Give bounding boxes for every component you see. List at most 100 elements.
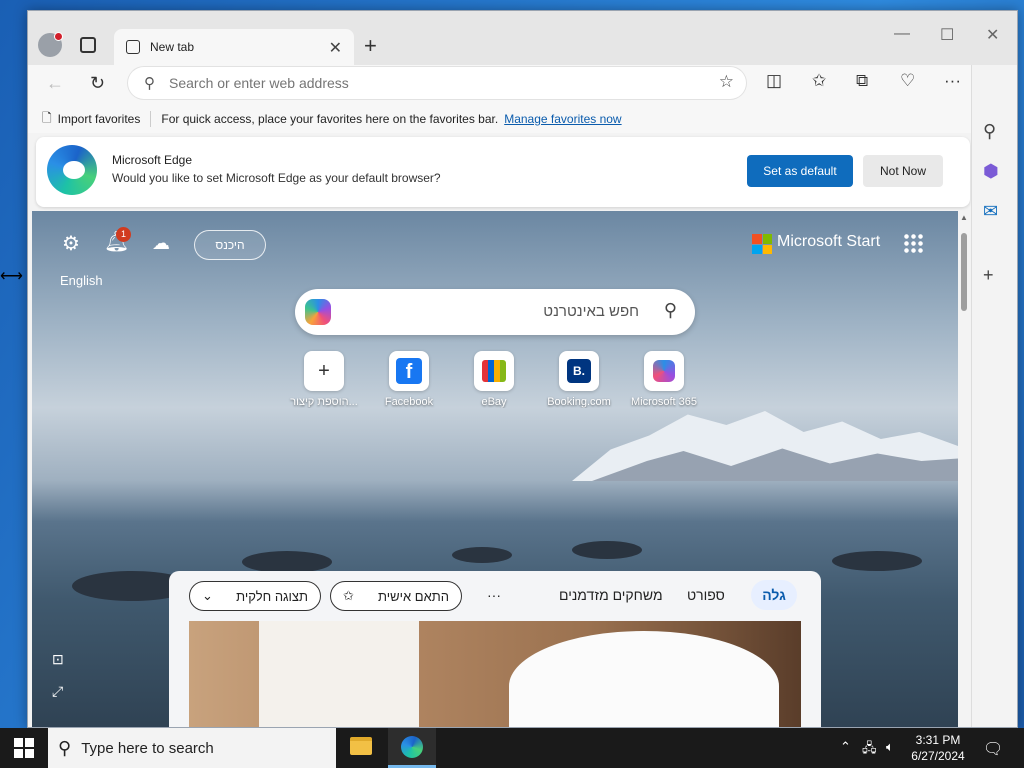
search-icon: ⚲ (144, 75, 155, 92)
sidebar-m365-icon[interactable]: ⬢ (983, 161, 999, 182)
view-mode-dropdown[interactable]: תצוגה חלקית ⌄ (189, 581, 321, 611)
feed-tab-sports[interactable]: ספורט (687, 587, 725, 603)
sidebar-add-icon[interactable]: + (983, 265, 994, 286)
not-now-button[interactable]: Not Now (863, 155, 943, 187)
quick-link-add[interactable]: + הוספת קיצור... (284, 351, 364, 408)
feed-tab-games[interactable]: משחקים מזדמנים (559, 587, 663, 603)
settings-gear-icon[interactable]: ⚙ (62, 231, 80, 256)
personalize-button[interactable]: התאם אישית ✩ (330, 581, 462, 611)
booking-icon: B. (559, 351, 599, 391)
profile-avatar[interactable] (38, 32, 63, 57)
ebay-icon (474, 351, 514, 391)
background-rock (242, 551, 332, 573)
card-image-cup (259, 621, 419, 727)
set-as-default-button[interactable]: Set as default (747, 155, 853, 187)
view-mode-label: תצוגה חלקית (236, 588, 308, 604)
web-search-placeholder: חפש באינטרנט (543, 303, 639, 320)
import-favorites-link[interactable]: Import favorites (58, 112, 141, 126)
search-icon[interactable]: ⚲ (664, 300, 677, 321)
background-rock (832, 551, 922, 571)
weather-cloud-icon[interactable]: ☁ (152, 233, 170, 254)
browser-essentials-icon[interactable]: ♡ (900, 71, 915, 91)
quick-link-ebay[interactable]: eBay (454, 351, 534, 408)
more-menu-icon[interactable]: ··· (944, 71, 961, 91)
split-screen-icon[interactable]: ◫ (766, 71, 782, 91)
notification-count-badge: 1 (116, 227, 131, 242)
tab-title: New tab (150, 40, 195, 54)
new-tab-button[interactable]: + (364, 33, 377, 59)
quick-link-label: eBay (481, 396, 507, 408)
card-image-bowl (509, 631, 779, 727)
page-scrollbar[interactable]: ▲ (958, 211, 970, 727)
background-rock (572, 541, 642, 559)
favorite-star-icon[interactable]: ☆ (719, 72, 734, 92)
browser-window: New tab ✕ + — ☐ ✕ ← ↻ ⚲ ☆ ◫ ✩ ⧉ ♡ ··· ✿ … (27, 10, 1018, 728)
microsoft-logo-icon (752, 234, 772, 254)
clock-date: 6/27/2024 (911, 749, 965, 763)
web-search-box[interactable]: חפש באינטרנט ⚲ (295, 289, 695, 335)
clock-time: 3:31 PM (915, 733, 961, 747)
search-icon: ⚲ (58, 737, 72, 758)
taskbar: ⚲ Type here to search ⌃ 🖧 🔈︎ 3:31 PM 6/2… (0, 728, 1024, 768)
start-windows-icon[interactable] (14, 738, 34, 758)
tab-actions-icon[interactable] (80, 37, 96, 53)
scrollbar-thumb[interactable] (961, 233, 967, 311)
sign-in-button[interactable]: היכנס (194, 230, 266, 260)
import-icon: 🗋 (42, 110, 52, 125)
tray-chevron-icon[interactable]: ⌃ (840, 739, 851, 755)
taskbar-clock[interactable]: 3:31 PM 6/27/2024 (906, 732, 970, 764)
quick-link-label: Microsoft 365 (630, 396, 698, 408)
manage-favorites-link[interactable]: Manage favorites now (504, 112, 621, 126)
address-bar-row: ← ↻ ⚲ ☆ ◫ ✩ ⧉ ♡ ··· ✿ (28, 65, 1017, 105)
file-explorer-icon[interactable] (350, 737, 372, 755)
scroll-up-icon[interactable]: ▲ (960, 213, 968, 222)
notification-center-icon[interactable]: 🗨 (983, 739, 1003, 759)
taskbar-edge-button[interactable] (388, 728, 436, 768)
collections-icon[interactable]: ⧉ (856, 71, 868, 91)
volume-muted-icon[interactable]: 🔈︎ (886, 739, 894, 755)
m365-icon (644, 351, 684, 391)
newtab-page-icon (126, 40, 140, 54)
taskbar-search-box[interactable]: ⚲ Type here to search (48, 728, 336, 768)
quick-link-booking[interactable]: B. Booking.com (539, 351, 619, 408)
quick-link-m365[interactable]: Microsoft 365 (624, 351, 704, 408)
minimize-button[interactable]: — (894, 25, 910, 43)
sidebar-outlook-icon[interactable]: ✉ (983, 201, 998, 222)
feed-tab-discover[interactable]: גלה (751, 580, 797, 610)
quick-link-facebook[interactable]: f Facebook (369, 351, 449, 408)
news-feed: תצוגה חלקית ⌄ התאם אישית ✩ ··· משחקים מז… (169, 571, 821, 727)
favorites-icon[interactable]: ✩ (812, 71, 826, 91)
refresh-button[interactable]: ↻ (90, 73, 105, 94)
taskbar-search-placeholder: Type here to search (81, 739, 214, 757)
close-tab-icon[interactable]: ✕ (329, 38, 342, 58)
plus-icon: + (304, 351, 344, 391)
favorites-bar: 🗋 Import favorites For quick access, pla… (28, 105, 971, 133)
chevron-down-icon: ⌄ (202, 588, 213, 603)
expand-icon[interactable]: ⤢ (52, 683, 63, 700)
edge-logo-icon (47, 145, 97, 195)
maximize-button[interactable]: ☐ (940, 25, 954, 45)
copilot-logo-icon[interactable] (305, 299, 331, 325)
language-link[interactable]: English (60, 273, 103, 288)
microsoft-start-brand[interactable]: Microsoft Start (777, 233, 880, 251)
feed-card-image[interactable] (189, 621, 801, 727)
close-window-button[interactable]: ✕ (986, 25, 999, 45)
app-launcher-icon[interactable] (903, 233, 923, 253)
quick-link-label: Booking.com (547, 396, 611, 408)
tab-new-tab[interactable]: New tab ✕ (114, 29, 354, 65)
quick-link-label: הוספת קיצור... (290, 396, 358, 408)
image-info-icon[interactable]: ⊡ (52, 651, 64, 668)
address-input[interactable] (167, 74, 687, 92)
background-rock (452, 547, 512, 563)
network-icon[interactable]: 🖧 (862, 739, 877, 761)
sidebar-search-icon[interactable]: ⚲ (983, 121, 996, 142)
address-bar[interactable]: ⚲ ☆ (128, 67, 746, 99)
feed-more-button[interactable]: ··· (487, 587, 501, 603)
personalize-star-icon: ✩ (343, 588, 354, 603)
favorites-hint: For quick access, place your favorites h… (161, 112, 499, 126)
edge-icon (401, 736, 423, 758)
personalize-label: התאם אישית (378, 588, 449, 604)
edge-sidebar: ⚲ ⬢ ✉ + (971, 65, 1017, 727)
back-button[interactable]: ← (46, 73, 64, 94)
prompt-title: Microsoft Edge (112, 153, 193, 167)
